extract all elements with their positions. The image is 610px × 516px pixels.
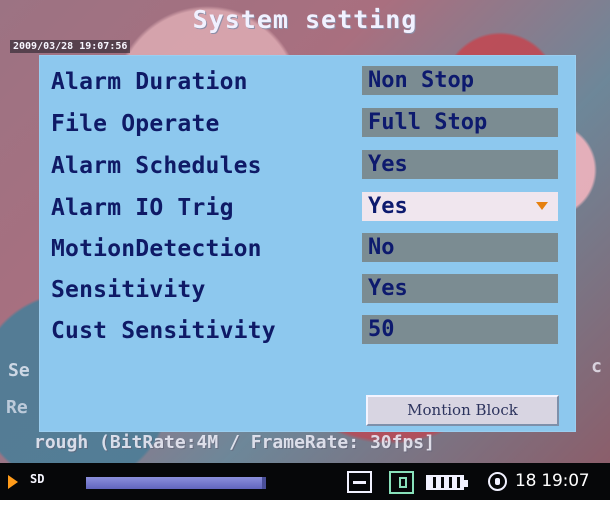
status-bar: SD 18 19:07	[0, 463, 610, 500]
setting-row-sensitivity: Sensitivity Yes	[51, 274, 569, 306]
setting-label: Cust Sensitivity	[51, 318, 276, 344]
setting-label: MotionDetection	[51, 236, 262, 262]
settings-panel: Alarm Duration Non Stop File Operate Ful…	[39, 55, 576, 432]
setting-row-alarm-io-trig: Alarm IO Trig Yes	[51, 192, 569, 224]
play-icon[interactable]	[8, 475, 18, 489]
setting-label: Alarm IO Trig	[51, 195, 234, 221]
motion-block-button[interactable]: Montion Block	[366, 395, 559, 426]
alarm-io-trig-dropdown[interactable]: Yes	[362, 192, 558, 221]
cust-sensitivity-field[interactable]: 50	[362, 315, 558, 344]
setting-row-motion-detection: MotionDetection No	[51, 233, 569, 265]
stream-info: rough (BitRate:4M / FrameRate: 30fps]	[34, 432, 435, 453]
alarm-io-trig-value: Yes	[368, 194, 408, 219]
file-operate-field[interactable]: Full Stop	[362, 108, 558, 137]
motion-detection-field[interactable]: No	[362, 233, 558, 262]
battery-icon	[426, 475, 468, 490]
alarm-duration-field[interactable]: Non Stop	[362, 66, 558, 95]
sensitivity-field[interactable]: Yes	[362, 274, 558, 303]
timestamp: 2009/03/28 19:07:56	[10, 40, 131, 53]
storage-label: SD	[30, 472, 45, 486]
setting-label: Alarm Schedules	[51, 153, 262, 179]
storage-progress-bar	[86, 477, 266, 489]
setting-row-cust-sensitivity: Cust Sensitivity 50	[51, 315, 569, 347]
lock-icon	[488, 472, 507, 491]
setting-label: Sensitivity	[51, 277, 206, 303]
setting-row-alarm-schedules: Alarm Schedules Yes	[51, 150, 569, 182]
setting-label: File Operate	[51, 111, 220, 137]
background-label-left-1: Se	[8, 360, 30, 381]
setting-row-file-operate: File Operate Full Stop	[51, 108, 569, 140]
clock: 18 19:07	[515, 471, 590, 491]
page-title: System setting	[192, 5, 418, 34]
card-icon	[389, 471, 414, 494]
chevron-down-icon[interactable]	[536, 202, 548, 210]
setting-row-alarm-duration: Alarm Duration Non Stop	[51, 66, 569, 98]
alarm-schedules-field[interactable]: Yes	[362, 150, 558, 179]
setting-label: Alarm Duration	[51, 69, 248, 95]
storage-progress-fill	[86, 477, 263, 489]
system-setting-screen: System setting 2009/03/28 19:07:56 Se Re…	[0, 0, 610, 500]
background-label-left-2: Re	[6, 397, 28, 418]
background-label-right: c	[591, 356, 602, 377]
minus-icon[interactable]	[347, 471, 372, 493]
